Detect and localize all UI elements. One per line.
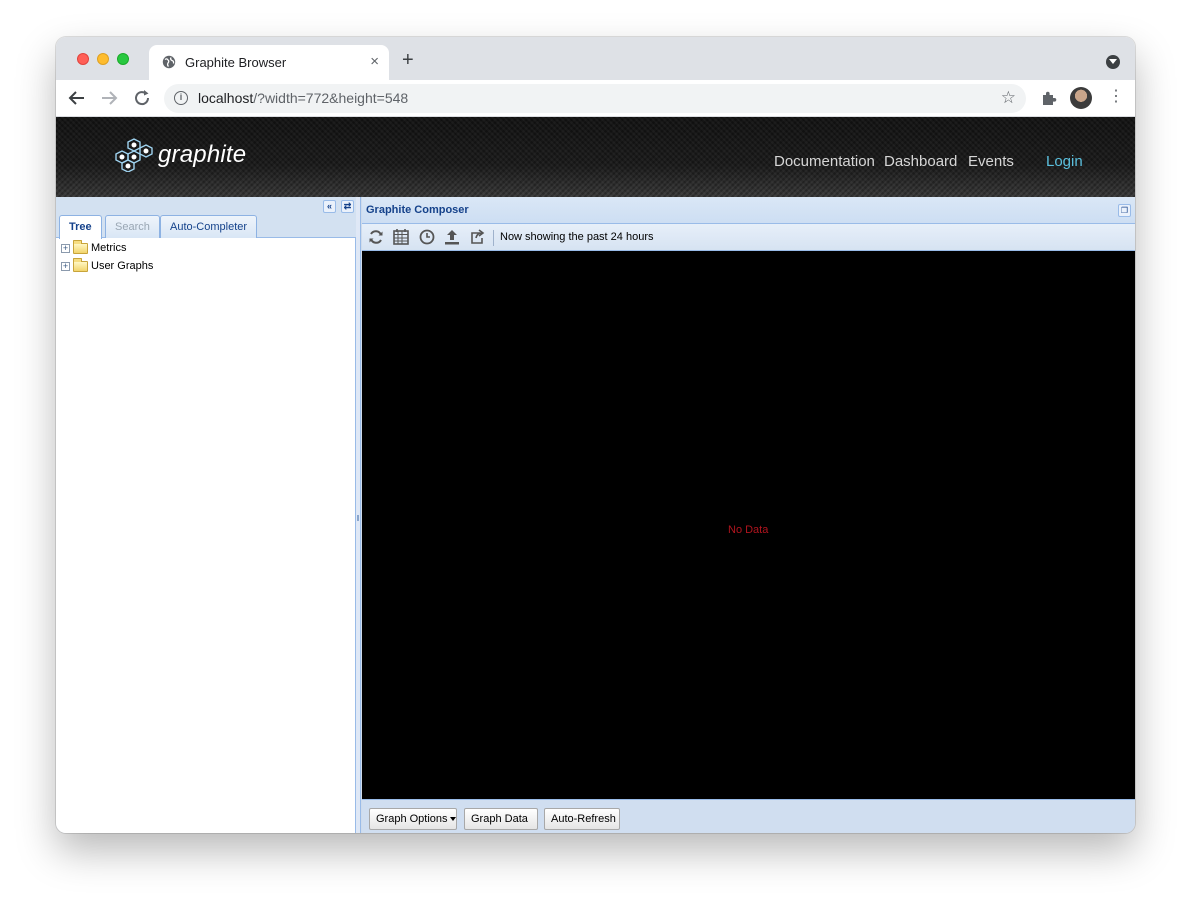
tab-title: Graphite Browser [185,55,287,70]
navigation-tab-bar: « ⇄ Tree Search Auto-Completer [56,197,356,239]
graphite-logo[interactable]: graphite [114,137,246,173]
graphite-app: « ⇄ Tree Search Auto-Completer + Metrics… [56,197,1135,833]
url-text: localhost/?width=772&height=548 [198,90,408,106]
refresh-tree-icon[interactable]: ⇄ [341,200,354,213]
tree-node-metrics[interactable]: + Metrics [56,240,354,258]
globe-icon [162,55,176,69]
auto-refresh-button[interactable]: Auto-Refresh [544,808,620,830]
share-icon[interactable] [468,228,486,246]
url-path: /?width=772&height=548 [253,90,409,106]
tree-node-label[interactable]: Metrics [91,242,126,254]
extensions-puzzle-icon[interactable] [1040,89,1058,107]
browser-window: Graphite Browser × + i localhost/?width=… [56,37,1135,833]
browser-menu-icon[interactable]: ⋮ [1108,88,1124,106]
composer-toolbar: Now showing the past 24 hours [362,224,1135,251]
bookmark-star-icon[interactable]: ☆ [1001,88,1016,108]
graph-data-button[interactable]: Graph Data [464,808,538,830]
composer-panel: Graphite Composer ❐ Now showing the past… [362,197,1135,833]
folder-icon [73,240,88,254]
tab-search-icon[interactable] [1106,55,1120,69]
browser-toolbar: i localhost/?width=772&height=548 ☆ ⋮ [56,80,1135,117]
no-data-message: No Data [728,524,769,536]
nav-login-link[interactable]: Login [1046,153,1083,170]
nav-dashboard-link[interactable]: Dashboard [884,153,957,170]
nav-documentation-link[interactable]: Documentation [774,153,875,170]
nav-events-link[interactable]: Events [968,153,1014,170]
minimize-window-button[interactable] [97,53,109,65]
dropdown-caret-icon [449,817,456,822]
graphite-logo-icon [115,138,153,172]
browser-tab[interactable]: Graphite Browser × [149,45,389,80]
collapse-panel-icon[interactable]: « [323,200,336,213]
profile-avatar[interactable] [1070,87,1092,109]
close-window-button[interactable] [77,53,89,65]
tab-search[interactable]: Search [105,215,160,238]
url-host: localhost [198,90,254,106]
new-tab-button[interactable]: + [402,50,414,70]
close-tab-icon[interactable]: × [370,53,379,71]
tab-strip: Graphite Browser × + [56,37,1135,80]
composer-title: Graphite Composer [366,204,469,216]
zoom-window-button[interactable] [117,53,129,65]
navigation-panel: « ⇄ Tree Search Auto-Completer + Metrics… [56,197,356,833]
reload-icon[interactable] [131,87,153,109]
tab-auto-completer[interactable]: Auto-Completer [160,215,258,238]
panel-splitter[interactable] [356,197,361,833]
calendar-icon[interactable] [392,228,410,246]
restore-window-icon[interactable]: ❐ [1118,204,1131,217]
expand-plus-icon[interactable]: + [61,262,70,271]
folder-icon [73,258,88,272]
expand-plus-icon[interactable]: + [61,244,70,253]
tree-node-user-graphs[interactable]: + User Graphs [56,258,354,276]
splitter-grip-icon [357,515,359,521]
tree-node-label[interactable]: User Graphs [91,260,153,272]
composer-header: Graphite Composer ❐ [362,197,1135,224]
address-bar[interactable]: i localhost/?width=772&height=548 ☆ [164,84,1026,113]
metric-tree: + Metrics + User Graphs [56,240,354,276]
logo-text: graphite [158,141,247,168]
forward-arrow-icon[interactable] [98,87,120,109]
site-info-icon[interactable]: i [174,91,188,105]
composer-footer: Graph Options Graph Data Auto-Refresh [362,799,1135,833]
graphite-header: graphite Documentation Dashboard Events … [56,117,1135,197]
toolbar-separator [493,230,494,246]
tab-tree[interactable]: Tree [59,215,102,239]
time-range-status: Now showing the past 24 hours [500,231,654,243]
graph-options-label: Graph Options [376,813,448,825]
graph-image[interactable]: No Data [362,251,1135,799]
graph-options-button[interactable]: Graph Options [369,808,457,830]
refresh-icon[interactable] [367,228,385,246]
upload-icon[interactable] [443,228,461,246]
back-arrow-icon[interactable] [66,87,88,109]
clock-icon[interactable] [418,228,436,246]
